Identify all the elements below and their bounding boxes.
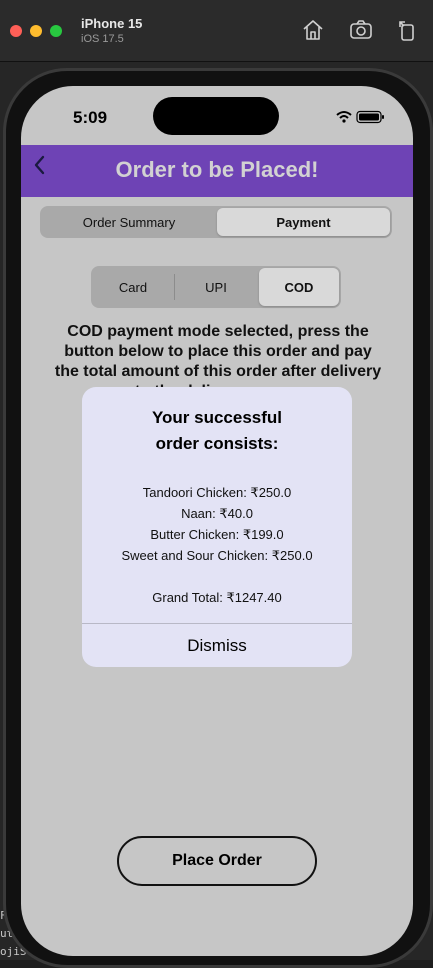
payment-option-card[interactable]: Card <box>93 268 173 306</box>
close-window-button[interactable] <box>10 25 22 37</box>
order-item: Butter Chicken: ₹199.0 <box>150 527 284 542</box>
payment-option-upi[interactable]: UPI <box>175 268 257 306</box>
tab-order-summary[interactable]: Order Summary <box>42 208 216 236</box>
tab-payment[interactable]: Payment <box>217 208 390 236</box>
simulator-toolbar: iPhone 15 iOS 17.5 <box>0 0 433 62</box>
screenshot-icon[interactable] <box>349 18 373 42</box>
status-time: 5:09 <box>73 108 108 127</box>
navigation-bar: Order to be Placed! <box>21 145 413 197</box>
payment-method-picker: Card UPI COD <box>91 266 341 308</box>
zoom-window-button[interactable] <box>50 25 62 37</box>
minimize-window-button[interactable] <box>30 25 42 37</box>
home-icon[interactable] <box>301 18 325 42</box>
payment-option-cod[interactable]: COD <box>259 268 339 306</box>
alert-title-line: Your successful <box>151 408 283 427</box>
order-alert-dialog: Your successful order consists: Tandoori… <box>82 387 352 667</box>
os-version: iOS 17.5 <box>81 33 124 45</box>
place-order-button[interactable]: Place Order <box>117 836 317 886</box>
phone-screen: 5:09 Order to be Placed! Order Summary P… <box>21 86 413 956</box>
alert-title: Your successful order consists: <box>82 405 352 457</box>
grand-total: Grand Total: ₹1247.40 <box>152 590 282 605</box>
order-item: Sweet and Sour Chicken: ₹250.0 <box>121 548 313 563</box>
battery-icon <box>356 110 384 124</box>
device-name: iPhone 15 <box>81 16 143 31</box>
wifi-icon <box>336 111 352 123</box>
rotate-icon[interactable] <box>395 18 419 42</box>
alert-title-line: order consists: <box>155 434 279 453</box>
order-item: Tandoori Chicken: ₹250.0 <box>142 485 292 500</box>
dynamic-island <box>153 97 279 135</box>
section-tabs: Order Summary Payment <box>40 206 392 238</box>
dismiss-button[interactable]: Dismiss <box>82 624 352 667</box>
status-icons <box>336 110 384 124</box>
alert-message: Tandoori Chicken: ₹250.0 Naan: ₹40.0 But… <box>82 482 352 608</box>
order-item: Naan: ₹40.0 <box>181 506 253 521</box>
nav-title: Order to be Placed! <box>115 157 319 182</box>
